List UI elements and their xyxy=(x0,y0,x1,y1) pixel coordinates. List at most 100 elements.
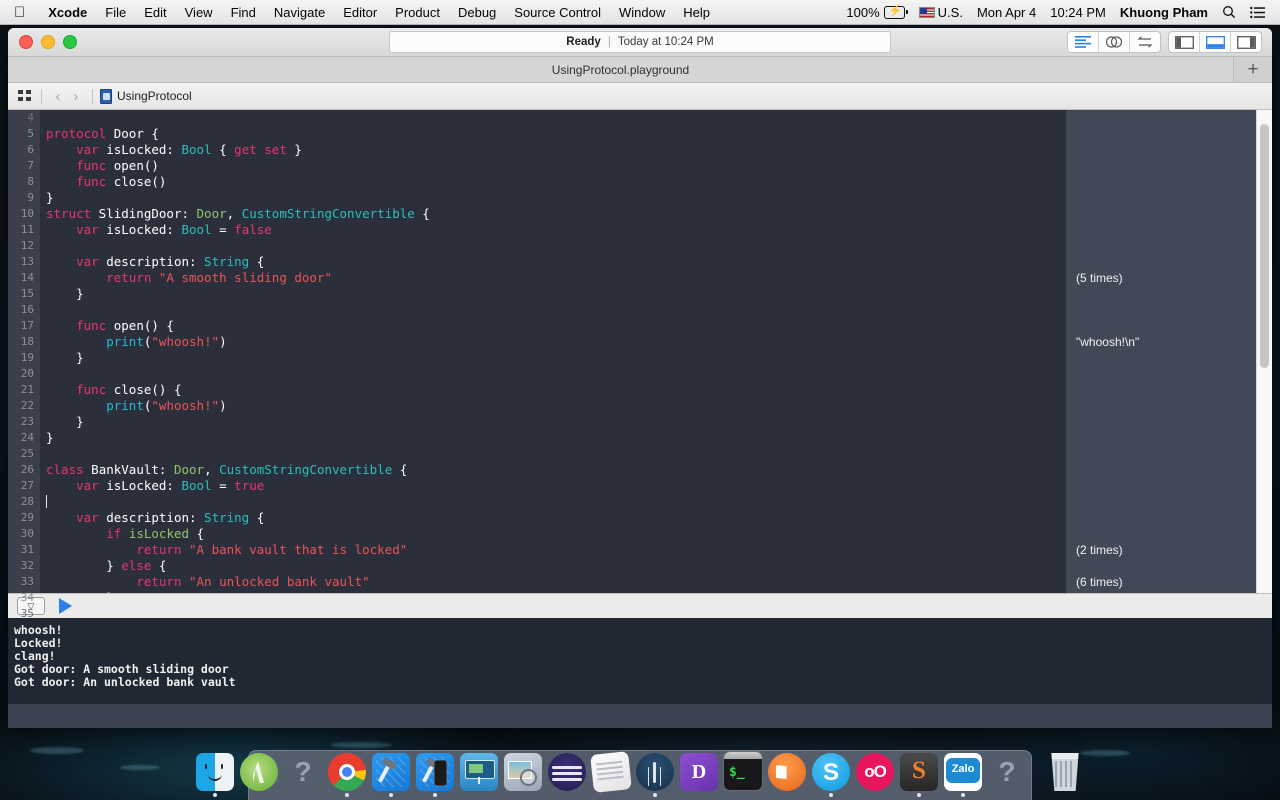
code-line[interactable]: var description: String { xyxy=(46,510,1065,526)
code-line[interactable] xyxy=(46,302,1065,318)
assistant-editor-button[interactable] xyxy=(1099,32,1130,52)
input-source-menu[interactable]: U.S. xyxy=(912,5,970,20)
breadcrumb[interactable]: UsingProtocol xyxy=(117,89,192,103)
dock-icon-ibooks[interactable] xyxy=(768,753,806,791)
zoom-button[interactable] xyxy=(63,35,77,49)
menubar-time[interactable]: 10:24 PM xyxy=(1043,5,1113,20)
menubar-user[interactable]: Khuong Pham xyxy=(1113,5,1215,20)
dock-item[interactable] xyxy=(636,753,674,797)
dock-item[interactable] xyxy=(680,753,718,797)
code-line[interactable]: } else { xyxy=(46,558,1065,574)
dock-icon-sublime-text[interactable] xyxy=(900,753,938,791)
code-line[interactable]: } xyxy=(46,414,1065,430)
code-line[interactable]: return "A smooth sliding door" xyxy=(46,270,1065,286)
result-value[interactable]: (2 times) xyxy=(1066,542,1256,558)
list-icon[interactable] xyxy=(1243,6,1272,19)
battery-status[interactable]: 100% ⚡ xyxy=(839,5,911,20)
dock-icon-textedit[interactable] xyxy=(590,751,632,793)
dock-item[interactable] xyxy=(812,753,850,797)
dock-item[interactable] xyxy=(504,753,542,797)
scrollbar-thumb[interactable] xyxy=(1260,124,1269,368)
dock-icon-finder[interactable] xyxy=(196,753,234,791)
dock-item[interactable] xyxy=(460,753,498,797)
result-value[interactable]: (6 times) xyxy=(1066,574,1256,590)
code-line[interactable]: func open() { xyxy=(46,318,1065,334)
dock-icon-unknown-app-1[interactable]: ? xyxy=(284,753,322,791)
dock-icon-zalo[interactable] xyxy=(944,753,982,791)
menu-item-window[interactable]: Window xyxy=(610,5,674,20)
menu-item-navigate[interactable]: Navigate xyxy=(265,5,334,20)
code-line[interactable]: var isLocked: Bool = true xyxy=(46,478,1065,494)
editor-vertical-scrollbar[interactable] xyxy=(1256,110,1272,593)
code-line[interactable]: print("whoosh!") xyxy=(46,334,1065,350)
dock-item[interactable] xyxy=(196,753,234,797)
dock-icon-trash[interactable] xyxy=(1051,753,1079,791)
add-tab-button[interactable]: + xyxy=(1233,57,1272,82)
menu-item-edit[interactable]: Edit xyxy=(135,5,175,20)
chevron-left-icon[interactable]: ‹ xyxy=(49,88,67,104)
navigator-toggle-button[interactable] xyxy=(1169,32,1200,52)
dock-icon-google-chrome[interactable] xyxy=(328,753,366,791)
code-line[interactable]: } xyxy=(46,590,1065,593)
menu-item-xcode[interactable]: Xcode xyxy=(39,5,96,20)
dock-item[interactable] xyxy=(944,753,982,797)
menu-item-find[interactable]: Find xyxy=(222,5,265,20)
code-line[interactable]: print("whoosh!") xyxy=(46,398,1065,414)
code-line[interactable]: class BankVault: Door, CustomStringConve… xyxy=(46,462,1065,478)
result-value[interactable]: "whoosh!\n" xyxy=(1066,334,1256,350)
dock-item[interactable] xyxy=(328,753,366,797)
code-line[interactable]: } xyxy=(46,190,1065,206)
code-line[interactable]: } xyxy=(46,286,1065,302)
dock-icon-preview[interactable] xyxy=(504,753,542,791)
code-line[interactable] xyxy=(46,110,1065,126)
menubar-date[interactable]: Mon Apr 4 xyxy=(970,5,1043,20)
dock-item[interactable] xyxy=(590,751,632,797)
menu-item-editor[interactable]: Editor xyxy=(334,5,386,20)
menu-item-source-control[interactable]: Source Control xyxy=(505,5,610,20)
menu-item-view[interactable]: View xyxy=(176,5,222,20)
dock-item[interactable]: ? xyxy=(988,753,1026,797)
dock-icon-terminal[interactable] xyxy=(723,751,763,791)
dock-item[interactable] xyxy=(1046,753,1084,797)
code-line[interactable] xyxy=(46,494,1065,510)
dock-icon-dash[interactable] xyxy=(680,753,718,791)
menu-item-product[interactable]: Product xyxy=(386,5,449,20)
console-output[interactable]: whoosh! Locked! clang! Got door: A smooth s… xyxy=(8,618,1272,704)
apple-menu-icon[interactable]:  xyxy=(14,5,25,20)
dock-item[interactable] xyxy=(900,753,938,797)
code-line[interactable] xyxy=(46,238,1065,254)
version-editor-button[interactable] xyxy=(1130,32,1160,52)
code-line[interactable]: } xyxy=(46,430,1065,446)
tab-usingprotocol-playground[interactable]: UsingProtocol.playground xyxy=(8,63,1233,77)
standard-editor-button[interactable] xyxy=(1068,32,1099,52)
code-line[interactable] xyxy=(46,446,1065,462)
related-files-icon[interactable] xyxy=(16,89,34,103)
close-button[interactable] xyxy=(19,35,33,49)
dock-item[interactable] xyxy=(548,753,586,797)
code-line[interactable]: var description: String { xyxy=(46,254,1065,270)
source-code-editor[interactable]: protocol Door { var isLocked: Bool { get… xyxy=(40,110,1065,593)
utilities-toggle-button[interactable] xyxy=(1231,32,1261,52)
dock-icon-xcode[interactable] xyxy=(372,753,410,791)
code-line[interactable]: return "An unlocked bank vault" xyxy=(46,574,1065,590)
code-line[interactable]: struct SlidingDoor: Door, CustomStringCo… xyxy=(46,206,1065,222)
dock-item[interactable] xyxy=(768,753,806,797)
search-icon[interactable] xyxy=(1215,5,1243,19)
minimize-button[interactable] xyxy=(41,35,55,49)
code-line[interactable]: protocol Door { xyxy=(46,126,1065,142)
dock-icon-oo-app[interactable] xyxy=(856,753,894,791)
dock-icon-keynote[interactable] xyxy=(460,753,498,791)
code-line[interactable]: return "A bank vault that is locked" xyxy=(46,542,1065,558)
menu-item-debug[interactable]: Debug xyxy=(449,5,505,20)
code-line[interactable]: func close() { xyxy=(46,382,1065,398)
dock-item[interactable] xyxy=(416,753,454,797)
menu-item-help[interactable]: Help xyxy=(674,5,719,20)
dock-icon-eclipse[interactable] xyxy=(548,753,586,791)
menu-item-file[interactable]: File xyxy=(96,5,135,20)
play-icon[interactable] xyxy=(59,598,72,614)
dock-icon-sourcetree[interactable] xyxy=(636,753,674,791)
code-line[interactable] xyxy=(46,366,1065,382)
dock-item[interactable] xyxy=(856,753,894,797)
code-line[interactable]: if isLocked { xyxy=(46,526,1065,542)
code-line[interactable]: } xyxy=(46,350,1065,366)
